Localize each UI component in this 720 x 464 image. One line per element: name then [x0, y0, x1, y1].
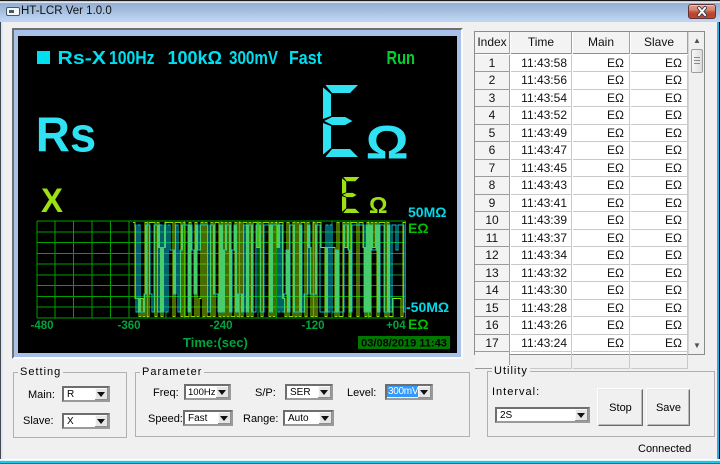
svg-text:Ω: Ω [366, 116, 409, 169]
svg-text:100Hz: 100Hz [109, 48, 155, 68]
svg-text:EΩ: EΩ [408, 220, 429, 236]
svg-text:Run: Run [387, 48, 416, 68]
svg-text:03/08/2019 11:43: 03/08/2019 11:43 [361, 338, 447, 350]
svg-text:X: X [41, 182, 63, 220]
svg-text:Ω: Ω [369, 192, 387, 218]
svg-text:+04: +04 [386, 320, 406, 332]
svg-text:-360: -360 [117, 320, 140, 332]
svg-text:-240: -240 [209, 320, 232, 332]
svg-text:300mV: 300mV [229, 48, 278, 68]
svg-text:100kΩ: 100kΩ [168, 48, 223, 68]
svg-text:50MΩ: 50MΩ [408, 204, 446, 220]
svg-text:EΩ: EΩ [408, 316, 429, 332]
svg-text:Fast: Fast [289, 48, 322, 68]
svg-text:Rs: Rs [36, 109, 96, 163]
svg-text:Time:(sec): Time:(sec) [183, 335, 248, 350]
svg-text:-50MΩ: -50MΩ [406, 299, 449, 315]
svg-text:-480: -480 [30, 320, 53, 332]
svg-text:-120: -120 [301, 320, 324, 332]
svg-text:Rs-X: Rs-X [58, 48, 107, 68]
